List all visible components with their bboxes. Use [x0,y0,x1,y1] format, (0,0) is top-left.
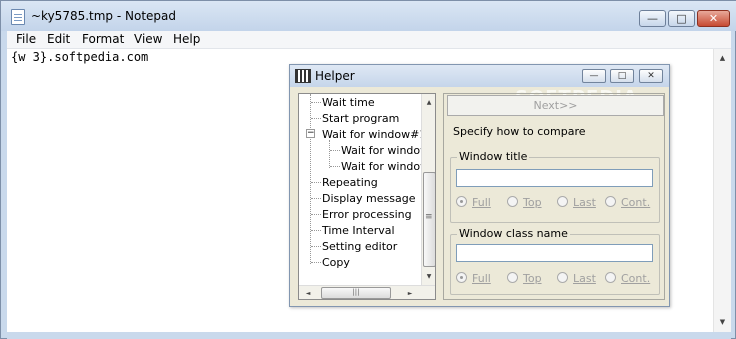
radio-icon [507,196,518,207]
tree-scroll-down-icon[interactable]: ▼ [422,268,435,285]
tree-guide-line [310,94,311,264]
radio-label: Cont. [621,272,651,285]
radio-label: Cont. [621,196,651,209]
window-title-radio-full[interactable]: Full [456,196,491,209]
document-text: {w 3}.softpedia.com [11,50,149,64]
tree-item-start-program[interactable]: Start program [322,112,399,125]
window-bottom-border [7,332,731,339]
radio-icon [557,196,568,207]
close-button[interactable]: ✕ [697,10,730,27]
tree-item-repeating[interactable]: Repeating [322,176,378,189]
window-title-radio-last[interactable]: Last [557,196,596,209]
maximize-button[interactable]: □ [668,10,695,27]
tree-horizontal-scrollbar[interactable]: ◄ ||| ► [299,285,435,299]
helper-dialog: Helper — □ ✕ SOFTPEDIA Wait time Start p… [289,64,670,307]
tree-item-display-message[interactable]: Display message [322,192,415,205]
tree-item-copy[interactable]: Copy [322,256,350,269]
tree-item-wait-time[interactable]: Wait time [322,96,375,109]
tree-guide-line [329,140,330,168]
window-title-group: Window title Full Top Last Cont. [450,150,660,223]
helper-clapper-icon [295,69,311,83]
window-title-label: Window title [457,150,530,163]
settings-panel: Next>> Specify how to compare Window tit… [443,93,665,300]
window-class-radio-cont[interactable]: Cont. [605,272,650,285]
window-class-radio-top[interactable]: Top [507,272,542,285]
tree-scroll-thumb[interactable]: ≡ [423,172,435,267]
radio-selected-icon [456,196,467,207]
tree-item-error-processing[interactable]: Error processing [322,208,412,221]
tree-item-wait-for-window-1[interactable]: Wait for window#1 [322,128,426,141]
menu-format[interactable]: Format [80,32,126,46]
tree-scroll-left-icon[interactable]: ◄ [301,285,315,299]
helper-maximize-button[interactable]: □ [610,69,634,83]
window-title-radio-top[interactable]: Top [507,196,542,209]
action-tree[interactable]: Wait time Start program − Wait for windo… [298,93,436,300]
tree-scroll-right-icon[interactable]: ► [403,285,417,299]
tree-item-time-interval[interactable]: Time Interval [322,224,395,237]
menu-bar: File Edit Format View Help [7,31,731,49]
radio-icon [605,272,616,283]
minimize-button[interactable]: — [639,10,666,27]
next-button[interactable]: Next>> [447,95,664,116]
window-class-radio-last[interactable]: Last [557,272,596,285]
window-class-input[interactable] [456,244,653,262]
scroll-up-icon[interactable]: ▲ [714,50,731,67]
window-title: ~ky5785.tmp - Notepad [31,9,176,23]
menu-file[interactable]: File [14,32,38,46]
scroll-down-icon[interactable]: ▼ [714,314,731,331]
title-bar[interactable]: ~ky5785.tmp - Notepad — □ ✕ [1,1,736,31]
grip-icon: ≡ [425,212,433,222]
helper-title-bar[interactable]: Helper — □ ✕ [290,65,669,87]
helper-close-button[interactable]: ✕ [639,69,663,83]
tree-scroll-up-icon[interactable]: ▲ [422,94,435,111]
window-class-label: Window class name [457,227,570,240]
menu-edit[interactable]: Edit [45,32,72,46]
radio-selected-icon [456,272,467,283]
radio-label: Last [573,196,596,209]
radio-icon [507,272,518,283]
window-title-radio-cont[interactable]: Cont. [605,196,650,209]
radio-label: Last [573,272,596,285]
window-class-group: Window class name Full Top Last Cont. [450,227,660,295]
window-class-radio-full[interactable]: Full [456,272,491,285]
window-title-input[interactable] [456,169,653,187]
notepad-icon [11,9,25,25]
menu-help[interactable]: Help [171,32,202,46]
tree-vertical-scrollbar[interactable]: ▲ ≡ ▼ [421,94,435,285]
radio-icon [605,196,616,207]
radio-icon [557,272,568,283]
helper-title: Helper [315,69,355,83]
tree-item-setting-editor[interactable]: Setting editor [322,240,397,253]
specify-label: Specify how to compare [453,125,586,138]
radio-label: Full [472,272,491,285]
vertical-scrollbar[interactable]: ▲ ▼ [713,49,731,332]
radio-label: Full [472,196,491,209]
menu-view[interactable]: View [132,32,164,46]
collapse-icon[interactable]: − [306,129,315,138]
helper-minimize-button[interactable]: — [582,69,606,83]
tree-hscroll-thumb[interactable]: ||| [321,287,391,299]
radio-label: Top [523,196,542,209]
radio-label: Top [523,272,542,285]
